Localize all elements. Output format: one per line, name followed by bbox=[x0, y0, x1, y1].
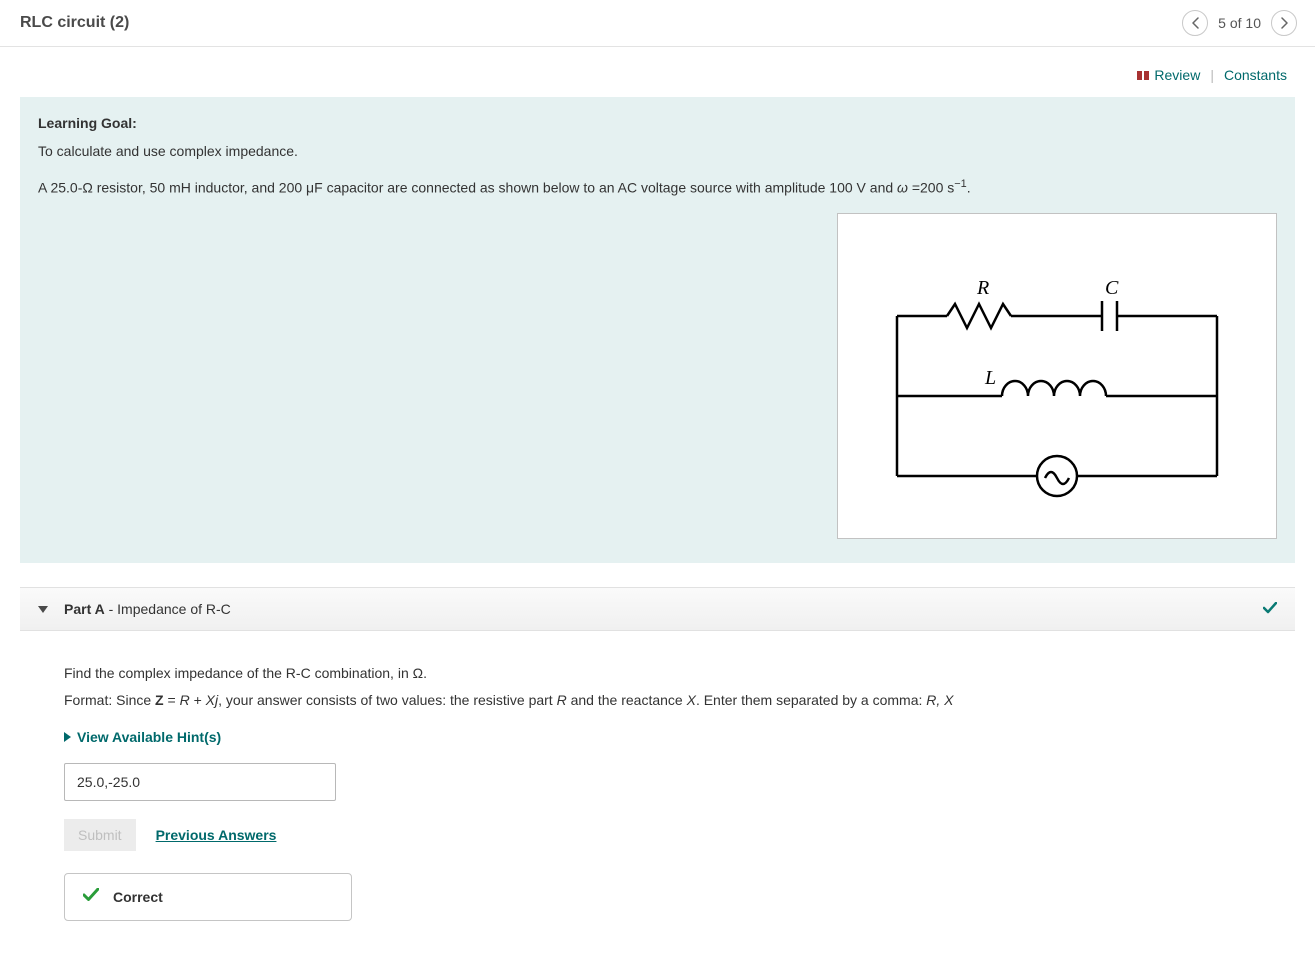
top-links: Review | Constants bbox=[0, 47, 1315, 97]
part-a-instruction: Find the complex impedance of the R-C co… bbox=[64, 663, 1277, 684]
review-link[interactable]: Review bbox=[1136, 67, 1200, 83]
hints-toggle[interactable]: View Available Hint(s) bbox=[64, 729, 221, 745]
top-bar: RLC circuit (2) 5 of 10 bbox=[0, 0, 1315, 47]
inductor-label: L bbox=[984, 367, 996, 389]
correct-feedback: Correct bbox=[64, 873, 352, 921]
caret-right-icon bbox=[64, 732, 71, 742]
pager: 5 of 10 bbox=[1182, 10, 1297, 36]
check-icon bbox=[1263, 601, 1277, 617]
links-separator: | bbox=[1210, 67, 1214, 83]
part-a-header[interactable]: Part A - Impedance of R-C bbox=[20, 587, 1295, 631]
prev-button[interactable] bbox=[1182, 10, 1208, 36]
correct-check-icon bbox=[83, 888, 99, 906]
hints-label: View Available Hint(s) bbox=[77, 729, 221, 745]
page-indicator: 5 of 10 bbox=[1218, 15, 1261, 31]
part-a-title: Part A - Impedance of R-C bbox=[64, 601, 231, 617]
constants-link[interactable]: Constants bbox=[1224, 67, 1287, 83]
previous-answers-link[interactable]: Previous Answers bbox=[156, 827, 277, 843]
problem-statement: A 25.0-Ω resistor, 50 mH inductor, and 2… bbox=[38, 176, 1277, 199]
chevron-left-icon bbox=[1191, 17, 1200, 29]
button-row: Submit Previous Answers bbox=[64, 819, 1277, 851]
page-title: RLC circuit (2) bbox=[20, 14, 129, 32]
answer-input[interactable] bbox=[64, 763, 336, 801]
circuit-figure: R C L bbox=[837, 213, 1277, 539]
learning-goal-box: Learning Goal: To calculate and use comp… bbox=[20, 97, 1295, 563]
circuit-svg: R C L bbox=[867, 246, 1247, 506]
book-icon bbox=[1136, 70, 1150, 81]
chevron-right-icon bbox=[1280, 17, 1289, 29]
part-a-body: Find the complex impedance of the R-C co… bbox=[20, 631, 1295, 921]
submit-button: Submit bbox=[64, 819, 136, 851]
figure-wrap: R C L bbox=[38, 213, 1277, 539]
content: Learning Goal: To calculate and use comp… bbox=[0, 97, 1315, 961]
correct-label: Correct bbox=[113, 889, 163, 905]
learning-goal-text: To calculate and use complex impedance. bbox=[38, 141, 1277, 162]
capacitor-label: C bbox=[1105, 277, 1119, 299]
learning-goal-heading: Learning Goal: bbox=[38, 115, 1277, 131]
caret-down-icon bbox=[38, 606, 48, 613]
resistor-label: R bbox=[976, 277, 989, 299]
next-button[interactable] bbox=[1271, 10, 1297, 36]
part-a-format: Format: Since Z = R + Xj, your answer co… bbox=[64, 690, 1277, 711]
